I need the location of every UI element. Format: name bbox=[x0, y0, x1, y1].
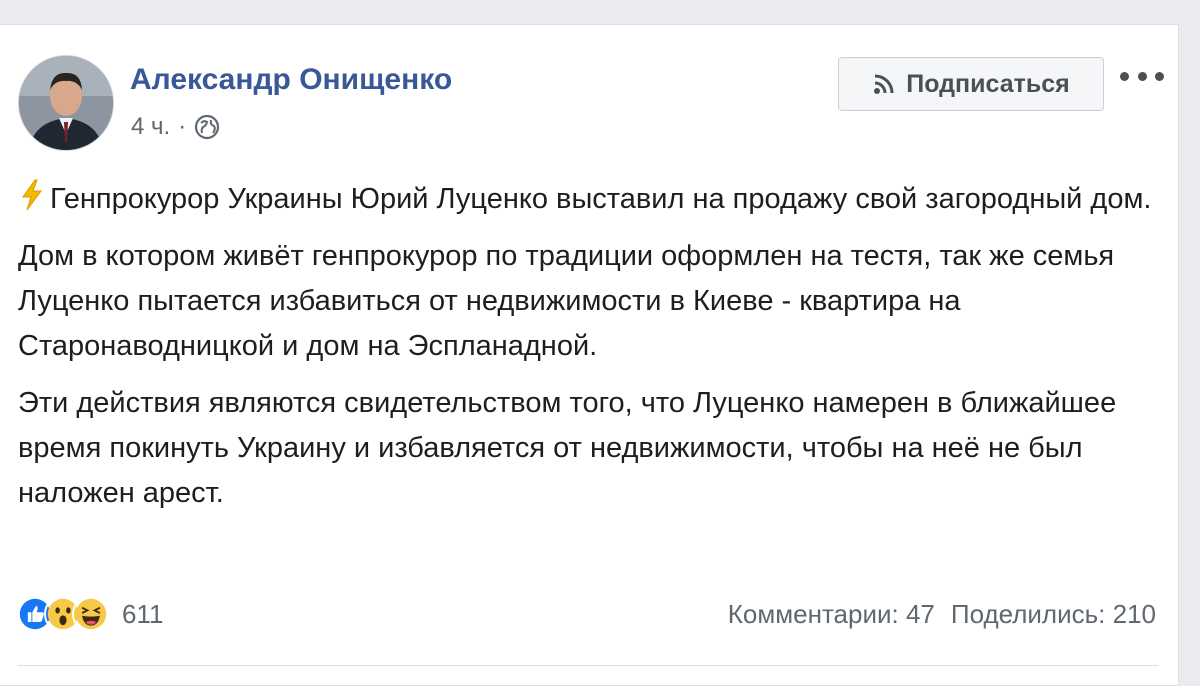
subscribe-button[interactable]: Подписаться bbox=[838, 57, 1104, 111]
globe-icon[interactable] bbox=[194, 114, 220, 140]
comments-count[interactable]: Комментарии: 47 bbox=[728, 599, 935, 630]
paragraph-1-text: Генпрокурор Украины Юрий Луценко выстави… bbox=[50, 183, 1152, 215]
post-paragraph-2: Дом в котором живёт генпрокурор по тради… bbox=[18, 240, 1115, 362]
haha-icon[interactable] bbox=[72, 595, 110, 633]
post-body: Генпрокурор Украины Юрий Луценко выстави… bbox=[18, 177, 1168, 528]
subscribe-label: Подписаться bbox=[906, 69, 1070, 98]
reactions-bar[interactable]: 611 bbox=[16, 595, 163, 633]
post-paragraph-3: Эти действия являются свидетельством тог… bbox=[18, 387, 1117, 509]
author-name[interactable]: Александр Онищенко bbox=[130, 63, 452, 97]
lightning-icon bbox=[22, 179, 42, 211]
engagement-stats: Комментарии: 47 Поделились: 210 bbox=[728, 599, 1156, 630]
rss-icon bbox=[874, 74, 894, 94]
post-paragraph-1: Генпрокурор Украины Юрий Луценко выстави… bbox=[18, 177, 1168, 222]
meta-separator: · bbox=[178, 113, 187, 140]
post-time[interactable]: 4 ч. bbox=[131, 113, 170, 141]
reaction-count[interactable]: 611 bbox=[122, 599, 163, 630]
shares-count[interactable]: Поделились: 210 bbox=[951, 599, 1156, 630]
footer-divider bbox=[18, 665, 1158, 666]
more-options-icon[interactable] bbox=[1120, 63, 1164, 89]
post-meta: 4 ч. · bbox=[131, 113, 220, 141]
post-card: Александр Онищенко 4 ч. · Подписаться Ге… bbox=[0, 24, 1179, 686]
author-avatar[interactable] bbox=[18, 55, 114, 151]
